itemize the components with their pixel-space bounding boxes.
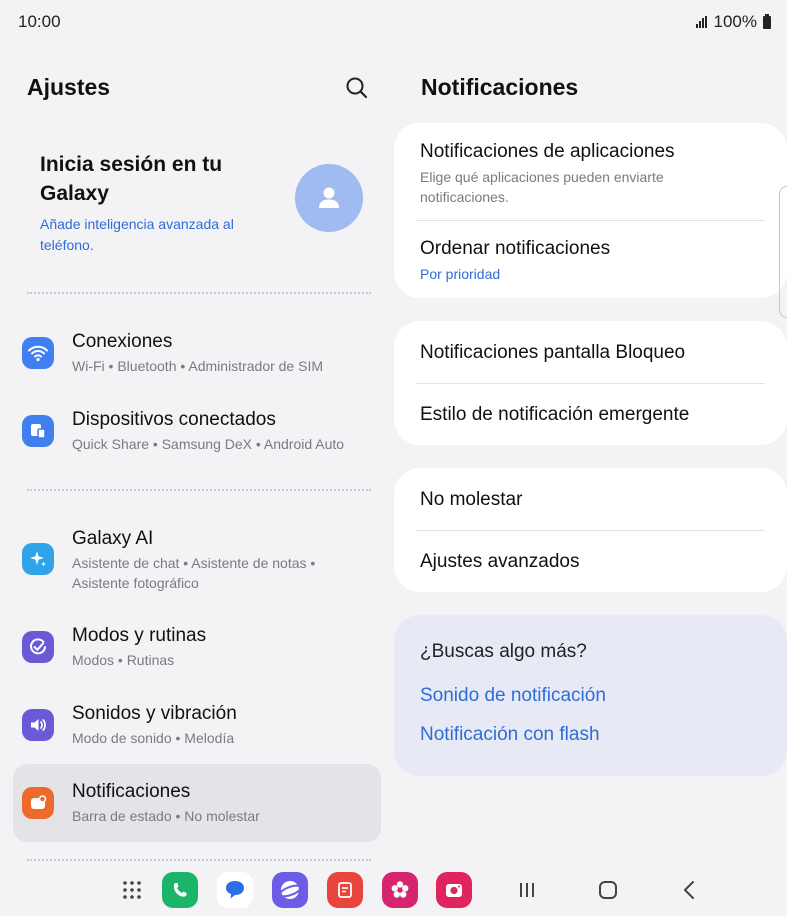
phone-icon bbox=[173, 883, 187, 897]
looking-for-more-card: ¿Buscas algo más? Sonido de notificación… bbox=[394, 615, 787, 776]
avatar[interactable] bbox=[295, 164, 363, 232]
settings-card: Notificaciones pantalla Bloqueo Estilo d… bbox=[394, 321, 787, 445]
settings-item-label: Sonidos y vibración bbox=[72, 703, 237, 724]
row-label: No molestar bbox=[420, 489, 523, 510]
row-label: Notificaciones de aplicaciones bbox=[420, 141, 675, 162]
settings-item-label: Galaxy AI bbox=[72, 528, 154, 549]
check-circle-icon bbox=[22, 631, 54, 663]
notification-icon bbox=[22, 787, 54, 819]
page-title: Ajustes bbox=[27, 74, 111, 100]
notifications-pane: Notificaciones Notificaciones de aplicac… bbox=[394, 44, 787, 864]
settings-card: No molestar Ajustes avanzados bbox=[394, 468, 787, 592]
battery-percent: 100% bbox=[713, 12, 757, 31]
row-divider bbox=[416, 530, 765, 531]
home-button[interactable] bbox=[595, 877, 621, 903]
back-icon bbox=[684, 881, 694, 899]
settings-item-galaxy-ai[interactable]: Galaxy AI Asistente de chat • Asistente … bbox=[13, 514, 381, 604]
settings-pane: Ajustes Inicia sesión en tu Galaxy Añade… bbox=[0, 44, 393, 864]
settings-item-subtitle: Asistente de chat • Asistente de notas •… bbox=[72, 555, 316, 591]
sparkle-icon bbox=[22, 543, 54, 575]
gallery-icon bbox=[391, 881, 409, 898]
settings-item-modes-routines[interactable]: Modos y rutinas Modos • Rutinas bbox=[13, 610, 381, 684]
app-notifications-row[interactable]: Notificaciones de aplicaciones Elige qué… bbox=[420, 141, 765, 207]
status-bar: 10:00 100% bbox=[0, 0, 787, 44]
divider bbox=[27, 292, 371, 294]
signal-icon bbox=[695, 16, 707, 28]
person-icon bbox=[319, 187, 339, 208]
app-grid-icon bbox=[123, 881, 141, 899]
account-title: Inicia sesión en tu Galaxy bbox=[40, 153, 223, 205]
search-button[interactable] bbox=[343, 74, 371, 102]
row-label: Estilo de notificación emergente bbox=[420, 404, 690, 425]
looking-for-more-title: ¿Buscas algo más? bbox=[420, 641, 587, 662]
settings-item-subtitle: Modos • Rutinas bbox=[72, 652, 175, 668]
flash-notification-link[interactable]: Notificación con flash bbox=[420, 724, 600, 746]
popup-style-row[interactable]: Estilo de notificación emergente bbox=[420, 404, 765, 426]
settings-item-label: Conexiones bbox=[72, 331, 173, 352]
messages-icon bbox=[226, 881, 244, 899]
settings-item-subtitle: Modo de sonido • Melodía bbox=[72, 730, 235, 746]
row-value: Por prioridad bbox=[420, 266, 501, 282]
divider bbox=[27, 859, 371, 861]
search-icon bbox=[346, 77, 368, 99]
status-indicators: 100% bbox=[695, 12, 771, 32]
row-label: Ajustes avanzados bbox=[420, 551, 580, 572]
row-subtitle: Elige qué aplicaciones pueden enviarte n… bbox=[420, 169, 664, 205]
recents-button[interactable] bbox=[514, 877, 540, 903]
account-subtitle: Añade inteligencia avanzada al teléfono. bbox=[40, 216, 234, 253]
battery-icon bbox=[763, 13, 771, 29]
internet-app[interactable] bbox=[272, 872, 308, 908]
taskbar bbox=[0, 864, 787, 916]
row-label: Notificaciones pantalla Bloqueo bbox=[420, 342, 686, 363]
settings-item-label: Notificaciones bbox=[72, 781, 191, 802]
settings-item-connected-devices[interactable]: Dispositivos conectados Quick Share • Sa… bbox=[13, 394, 381, 468]
row-divider bbox=[416, 220, 765, 221]
settings-card: Notificaciones de aplicaciones Elige qué… bbox=[394, 123, 787, 298]
notification-sound-link[interactable]: Sonido de notificación bbox=[420, 685, 606, 707]
app-drawer-button[interactable] bbox=[114, 872, 150, 908]
settings-item-subtitle: Barra de estado • No molestar bbox=[72, 808, 260, 824]
wifi-icon bbox=[22, 337, 54, 369]
settings-item-subtitle: Wi-Fi • Bluetooth • Administrador de SIM bbox=[72, 358, 324, 374]
recents-icon bbox=[520, 883, 534, 897]
home-icon bbox=[599, 881, 617, 899]
settings-item-subtitle: Quick Share • Samsung DeX • Android Auto bbox=[72, 436, 345, 452]
internet-icon bbox=[278, 881, 302, 899]
settings-item-label: Dispositivos conectados bbox=[72, 409, 276, 430]
messages-app[interactable] bbox=[217, 872, 253, 908]
camera-app[interactable] bbox=[436, 872, 472, 908]
camera-icon bbox=[446, 884, 462, 897]
notes-app[interactable] bbox=[327, 872, 363, 908]
speaker-icon bbox=[22, 709, 54, 741]
row-divider bbox=[416, 383, 765, 384]
settings-item-label: Modos y rutinas bbox=[72, 625, 207, 646]
devices-icon bbox=[22, 415, 54, 447]
sort-notifications-row[interactable]: Ordenar notificaciones Por prioridad bbox=[420, 238, 765, 284]
advanced-settings-row[interactable]: Ajustes avanzados bbox=[420, 551, 765, 573]
notes-icon bbox=[338, 882, 352, 898]
phone-app[interactable] bbox=[162, 872, 198, 908]
settings-item-connections[interactable]: Conexiones Wi-Fi • Bluetooth • Administr… bbox=[13, 316, 381, 390]
edge-panel-handle[interactable] bbox=[779, 186, 787, 318]
do-not-disturb-row[interactable]: No molestar bbox=[420, 489, 765, 511]
status-time: 10:00 bbox=[18, 12, 61, 31]
lock-screen-notifications-row[interactable]: Notificaciones pantalla Bloqueo bbox=[420, 342, 765, 364]
row-label: Ordenar notificaciones bbox=[420, 238, 611, 259]
back-button[interactable] bbox=[677, 877, 703, 903]
settings-item-notifications[interactable]: Notificaciones Barra de estado • No mole… bbox=[13, 764, 381, 842]
divider bbox=[27, 489, 371, 491]
detail-title: Notificaciones bbox=[421, 74, 579, 100]
gallery-app[interactable] bbox=[382, 872, 418, 908]
settings-item-sounds-vibration[interactable]: Sonidos y vibración Modo de sonido • Mel… bbox=[13, 688, 381, 762]
